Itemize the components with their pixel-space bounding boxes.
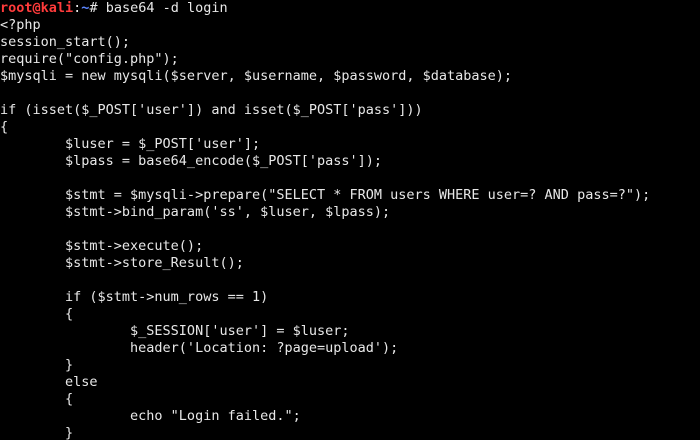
code-line: {: [0, 306, 74, 322]
code-line: if ($stmt->num_rows == 1): [0, 289, 269, 305]
code-line: $luser = $_POST['user'];: [0, 136, 261, 152]
prompt-symbol: #: [89, 0, 98, 16]
code-line: $stmt->bind_param('ss', $luser, $lpass);: [0, 204, 391, 220]
code-line: session_start();: [0, 34, 131, 50]
code-line: echo "Login failed.";: [0, 408, 301, 424]
code-line: <?php: [0, 17, 41, 33]
code-line: $stmt = $mysqli->prepare("SELECT * FROM …: [0, 187, 651, 203]
code-line: }: [0, 425, 74, 440]
code-line: $stmt->execute();: [0, 238, 204, 254]
prompt-command: base64 -d login: [97, 0, 228, 16]
prompt-user-host: root@kali: [0, 0, 74, 16]
code-line: }: [0, 357, 74, 373]
terminal-output: root@kali:~# base64 -d login <?php sessi…: [0, 0, 700, 440]
code-line: $stmt->store_Result();: [0, 255, 244, 271]
code-line: $lpass = base64_encode($_POST['pass']);: [0, 153, 383, 169]
code-line: else: [0, 374, 98, 390]
code-line: $mysqli = new mysqli($server, $username,…: [0, 68, 513, 84]
terminal-window[interactable]: root@kali:~# base64 -d login <?php sessi…: [0, 0, 700, 440]
code-line: $_SESSION['user'] = $luser;: [0, 323, 350, 339]
code-line: header('Location: ?page=upload');: [0, 340, 399, 356]
prompt-line: root@kali:~# base64 -d login: [0, 0, 700, 17]
code-line: {: [0, 119, 9, 135]
code-line: if (isset($_POST['user']) and isset($_PO…: [0, 102, 423, 118]
code-block: <?php session_start(); require("config.p…: [0, 17, 700, 440]
code-line: {: [0, 391, 74, 407]
code-line: require("config.php");: [0, 51, 179, 67]
